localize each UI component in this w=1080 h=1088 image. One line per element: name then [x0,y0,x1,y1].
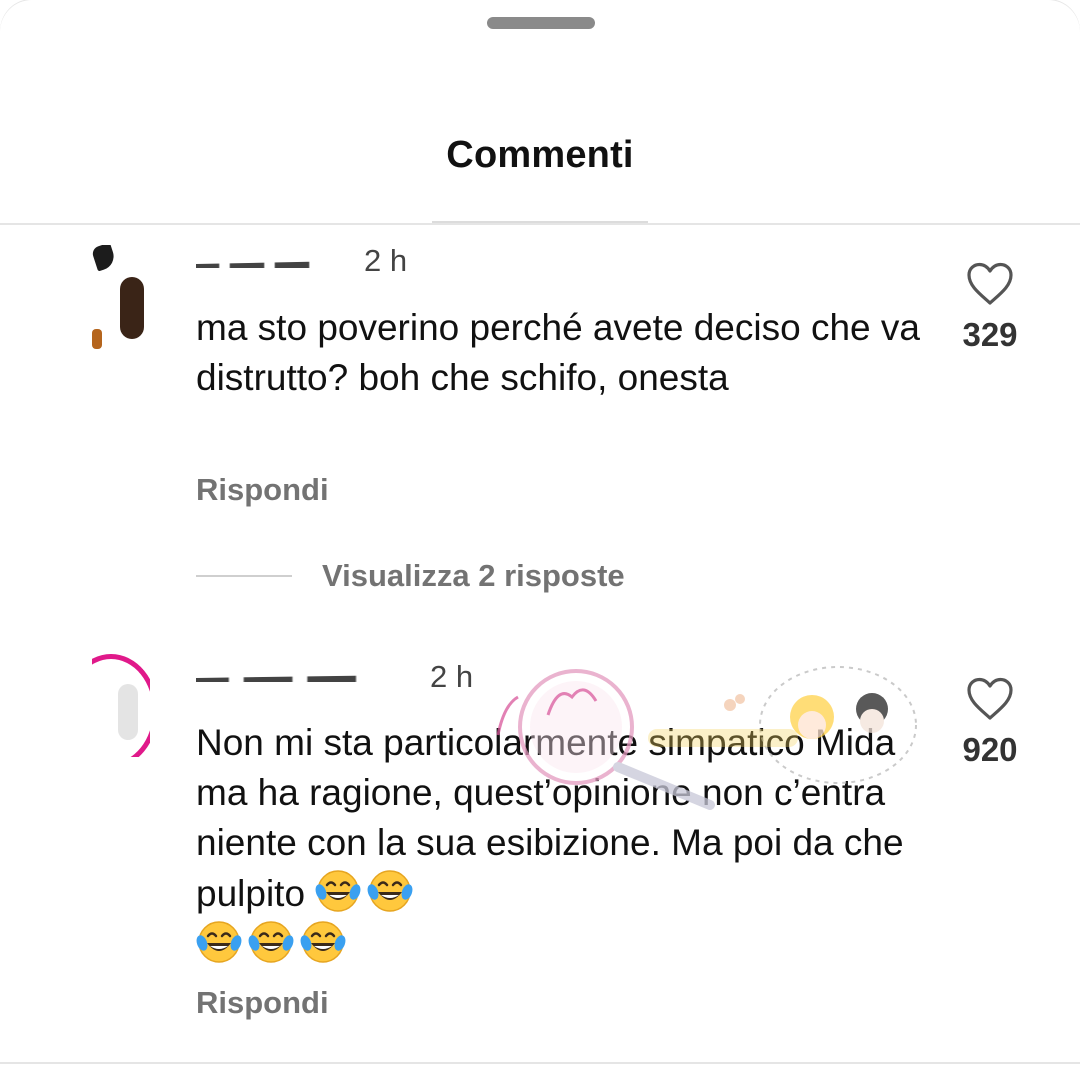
comment-body: Non mi sta particolarmente simpatico Mid… [196,718,926,970]
like-count: 329 [962,316,1018,353]
like-block: 329 [950,262,1030,354]
heart-icon[interactable] [966,262,1014,306]
view-replies-line [196,575,292,577]
face-with-tears-of-joy-icon [196,921,242,963]
drag-handle[interactable] [487,17,595,29]
like-block: 920 [950,677,1030,769]
header-divider-accent [432,221,648,223]
avatar[interactable] [92,652,150,757]
username-redacted[interactable] [196,675,408,682]
like-count: 920 [962,731,1018,768]
comments-sheet: Commenti 2 h ma sto poverino perché avet… [0,0,1080,1088]
view-replies-button[interactable]: Visualizza 2 risposte [196,556,625,596]
face-with-tears-of-joy-icon [300,921,346,963]
reply-button[interactable]: Rispondi [196,472,329,508]
face-with-tears-of-joy-icon [315,870,361,912]
face-with-tears-of-joy-icon [367,870,413,912]
view-replies-label: Visualizza 2 risposte [322,558,625,593]
bottom-divider [0,1062,1080,1064]
reply-button[interactable]: Rispondi [196,985,329,1021]
heart-icon[interactable] [966,677,1014,721]
comment-timestamp: 2 h [430,659,474,694]
comment-timestamp: 2 h [364,243,408,278]
comment-text: ma sto poverino perché avete deciso che … [196,307,920,398]
sheet-title: Commenti [446,134,634,176]
comment-text: Non mi sta particolarmente simpatico Mid… [196,722,904,914]
avatar[interactable] [92,245,150,350]
header-divider [0,223,1080,225]
face-with-tears-of-joy-icon [248,921,294,963]
username-redacted[interactable] [196,261,346,268]
